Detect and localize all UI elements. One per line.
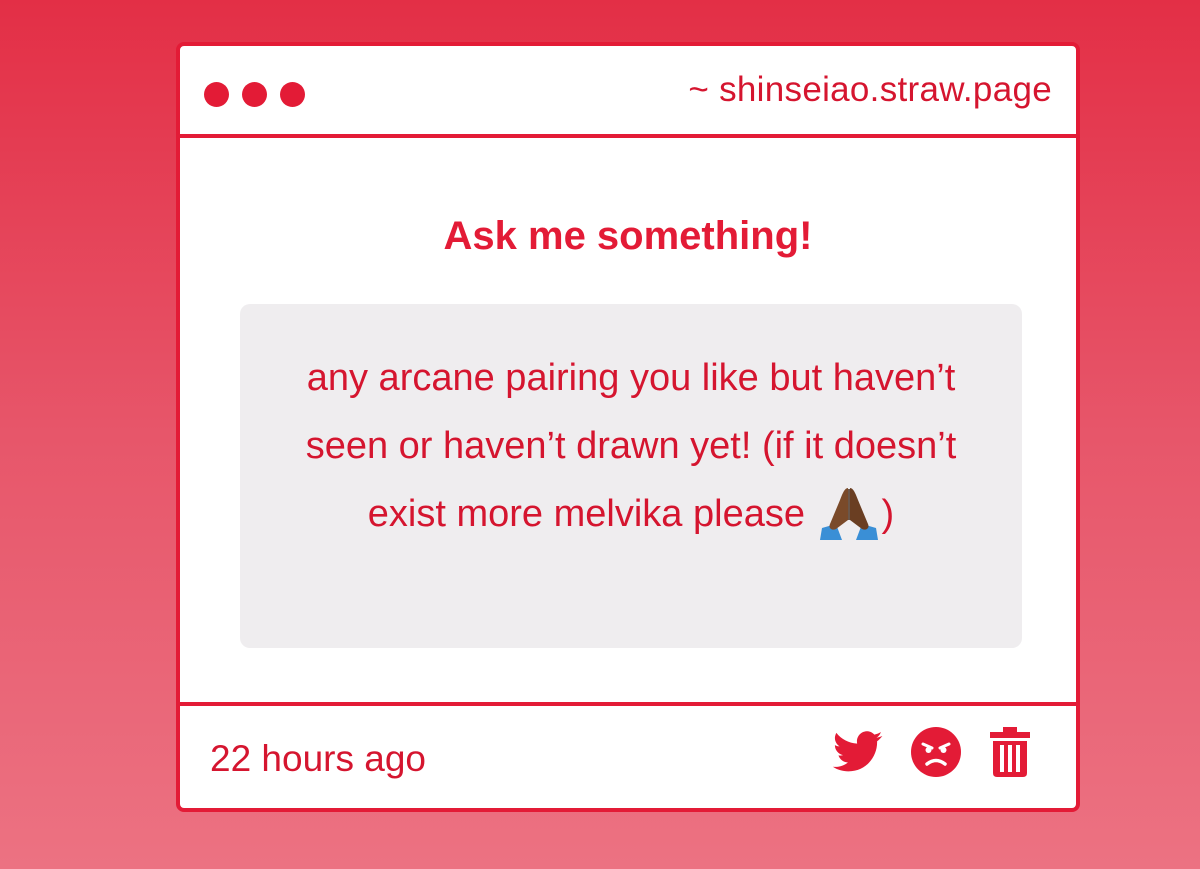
window-titlebar: ~ shinseiao.straw.page bbox=[180, 46, 1076, 138]
question-card: ~ shinseiao.straw.page Ask me something!… bbox=[176, 42, 1080, 812]
question-box: any arcane pairing you like but haven’t … bbox=[240, 304, 1022, 648]
window-dot-3 bbox=[280, 82, 305, 107]
trash-icon bbox=[990, 727, 1030, 777]
twitter-share-icon bbox=[832, 731, 883, 772]
timestamp: 22 hours ago bbox=[210, 738, 427, 779]
folded-hands-icon bbox=[818, 484, 880, 540]
card-footer: 22 hours ago bbox=[180, 702, 1076, 808]
delete-button[interactable] bbox=[988, 726, 1032, 778]
action-bar bbox=[832, 726, 1032, 778]
report-button[interactable] bbox=[910, 726, 962, 778]
page-url[interactable]: ~ shinseiao.straw.page bbox=[688, 70, 1052, 110]
angry-face-icon bbox=[911, 727, 961, 777]
question-closing: ) bbox=[881, 493, 895, 535]
question-text: any arcane pairing you like but haven’t … bbox=[270, 344, 992, 548]
window-dot-2 bbox=[242, 82, 267, 107]
window-dots bbox=[204, 82, 305, 107]
window-dot-1 bbox=[204, 82, 229, 107]
twitter-share-button[interactable] bbox=[832, 731, 884, 773]
page-title: Ask me something! bbox=[443, 214, 813, 258]
